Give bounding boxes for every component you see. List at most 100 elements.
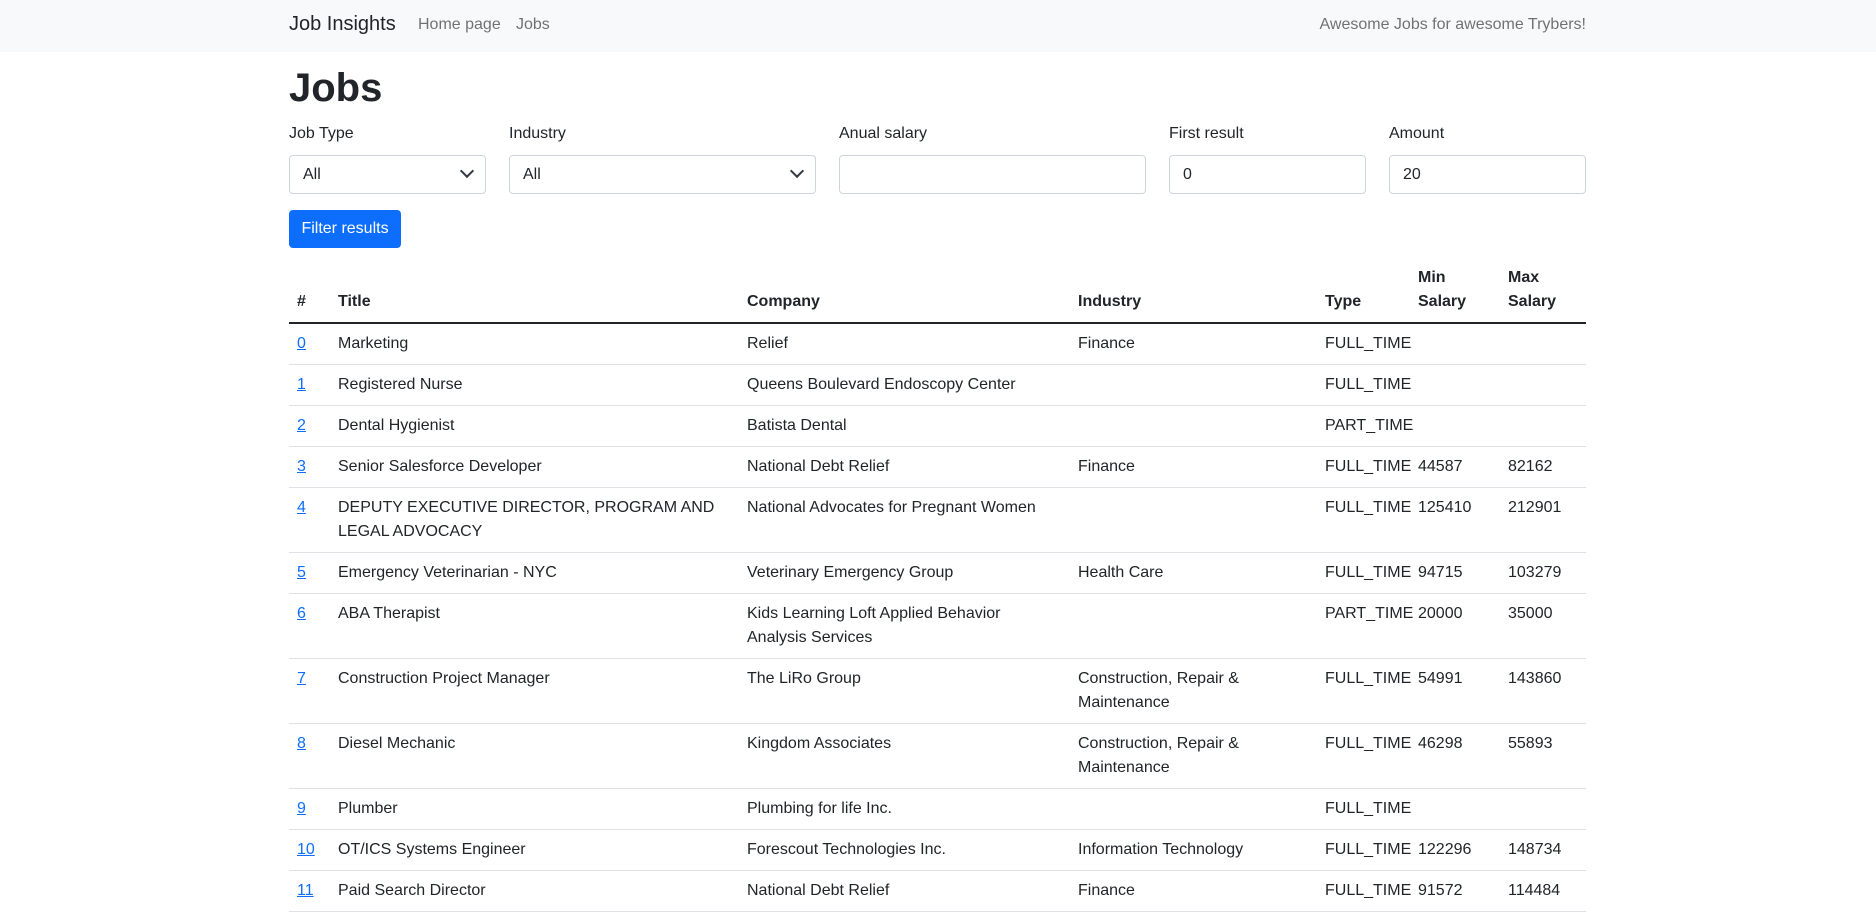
amount-label: Amount: [1389, 125, 1445, 142]
job-min-salary: 94715: [1418, 564, 1463, 581]
table-cell: 103279: [1500, 552, 1586, 594]
job-id-link[interactable]: 9: [297, 800, 306, 817]
table-cell: [1410, 364, 1500, 406]
table-cell: Kids Learning Loft Applied Behavior Anal…: [739, 593, 1070, 659]
table-cell: FULL_TIME: [1317, 658, 1412, 724]
job-id-link[interactable]: 7: [297, 670, 306, 687]
table-cell: [1500, 364, 1586, 406]
table-cell: National Debt Relief: [739, 446, 1070, 488]
job-max-salary: 114484: [1508, 882, 1561, 899]
table-cell: National Advocates for Pregnant Women: [739, 487, 1070, 553]
job-type: FULL_TIME: [1325, 735, 1412, 752]
table-cell: 5: [289, 552, 330, 594]
chevron-down-icon: [459, 163, 475, 179]
table-row: 4 DEPUTY EXECUTIVE DIRECTOR, PROGRAM AND …: [289, 487, 1586, 553]
table-cell: FULL_TIME: [1317, 364, 1411, 406]
job-min-salary: 91572: [1418, 882, 1463, 899]
job-id-link[interactable]: 6: [297, 605, 306, 622]
table-cell: [1070, 788, 1317, 830]
table-cell: Plumbing for life Inc.: [739, 788, 1070, 830]
table-cell: FULL_TIME: [1317, 723, 1412, 789]
brand-link[interactable]: Job Insights: [289, 13, 396, 36]
table-cell: [1500, 405, 1586, 447]
first-result-label: First result: [1169, 125, 1244, 142]
table-cell: Finance: [1070, 446, 1317, 488]
job-type: FULL_TIME: [1325, 800, 1412, 817]
job-id-link[interactable]: 1: [297, 376, 306, 393]
table-cell: Construction Project Manager: [330, 658, 739, 724]
table-row: 5 Emergency Veterinarian - NYC Veterinary …: [289, 552, 1586, 594]
table-cell: 20000: [1410, 593, 1500, 659]
job-type: FULL_TIME: [1325, 335, 1412, 352]
table-cell: Health Care: [1070, 552, 1317, 594]
table-cell: PART_TIME: [1317, 593, 1413, 659]
table-cell: 0: [289, 323, 330, 365]
table-cell: OT/ICS Systems Engineer: [330, 829, 739, 871]
table-cell: 6: [289, 593, 330, 659]
industry-label: Industry: [509, 125, 566, 142]
job-max-salary: 148734: [1508, 841, 1562, 858]
job-type: FULL_TIME: [1325, 670, 1412, 687]
job-max-salary: 82162: [1508, 458, 1553, 475]
job-id-link[interactable]: 11: [297, 882, 314, 899]
job-id-link[interactable]: 3: [297, 458, 306, 475]
table-cell: 11: [289, 870, 330, 912]
job-title: Marketing: [338, 335, 409, 352]
table-cell: Kingdom Associates: [739, 723, 1070, 789]
table-cell: National Debt Relief: [739, 870, 1070, 912]
table-cell: 212901: [1500, 487, 1586, 553]
table-cell: 114484: [1500, 870, 1586, 912]
table-cell: 122296: [1410, 829, 1500, 871]
job-industry: Finance: [1078, 335, 1135, 352]
table-cell: PART_TIME: [1317, 405, 1413, 447]
nav-jobs-link[interactable]: Jobs: [516, 16, 550, 34]
job-type-select[interactable]: All: [289, 155, 486, 194]
job-company: Kids Learning Loft Applied Behavior Anal…: [747, 605, 1001, 646]
salary-input[interactable]: [839, 155, 1146, 194]
table-row: 3 Senior Salesforce Developer National Deb…: [289, 446, 1586, 488]
job-id-link[interactable]: 5: [297, 564, 306, 581]
table-cell: 94715: [1410, 552, 1500, 594]
job-id-link[interactable]: 4: [297, 499, 306, 516]
table-cell: 9: [289, 788, 330, 830]
job-industry: Finance: [1078, 458, 1135, 475]
jobs-table-body: 0 Marketing Relief Finance FULL_TIME 1 Registe…: [289, 323, 1586, 912]
table-cell: DEPUTY EXECUTIVE DIRECTOR, PROGRAM AND L…: [330, 487, 739, 553]
job-min-salary: 122296: [1418, 841, 1472, 858]
job-company: Forescout Technologies Inc.: [747, 841, 946, 858]
job-company: Veterinary Emergency Group: [747, 564, 954, 581]
job-id-link[interactable]: 10: [297, 841, 315, 858]
nav-home-link[interactable]: Home page: [418, 16, 501, 34]
column-header-title: Title: [330, 262, 739, 324]
table-cell: Dental Hygienist: [330, 405, 739, 447]
table-row: 7 Construction Project Manager The LiRo Gr…: [289, 658, 1586, 724]
table-cell: [1500, 323, 1586, 365]
table-cell: Batista Dental: [739, 405, 1070, 447]
salary-label: Anual salary: [839, 125, 928, 142]
filter-results-button[interactable]: Filter results: [289, 210, 401, 248]
amount-input[interactable]: [1389, 155, 1586, 194]
job-max-salary: 55893: [1508, 735, 1553, 752]
table-cell: 10: [289, 829, 330, 871]
job-id-link[interactable]: 2: [297, 417, 306, 434]
table-cell: Relief: [739, 323, 1070, 365]
table-cell: 82162: [1500, 446, 1586, 488]
job-title: Paid Search Director: [338, 882, 486, 899]
job-type: FULL_TIME: [1325, 841, 1412, 858]
job-company: Relief: [747, 335, 788, 352]
table-cell: Forescout Technologies Inc.: [739, 829, 1070, 871]
job-id-link[interactable]: 0: [297, 335, 306, 352]
job-company: Plumbing for life Inc.: [747, 800, 892, 817]
job-type: FULL_TIME: [1325, 882, 1412, 899]
job-title: Plumber: [338, 800, 398, 817]
job-id-link[interactable]: 8: [297, 735, 306, 752]
first-result-input[interactable]: [1169, 155, 1366, 194]
job-company: Kingdom Associates: [747, 735, 892, 752]
table-cell: [1070, 593, 1317, 659]
job-title: OT/ICS Systems Engineer: [338, 841, 526, 858]
table-row: 11 Paid Search Director National Debt Reli…: [289, 870, 1586, 912]
industry-select[interactable]: All: [509, 155, 816, 194]
table-cell: [1500, 788, 1586, 830]
job-title: DEPUTY EXECUTIVE DIRECTOR, PROGRAM AND L…: [338, 499, 715, 540]
job-company: Batista Dental: [747, 417, 847, 434]
